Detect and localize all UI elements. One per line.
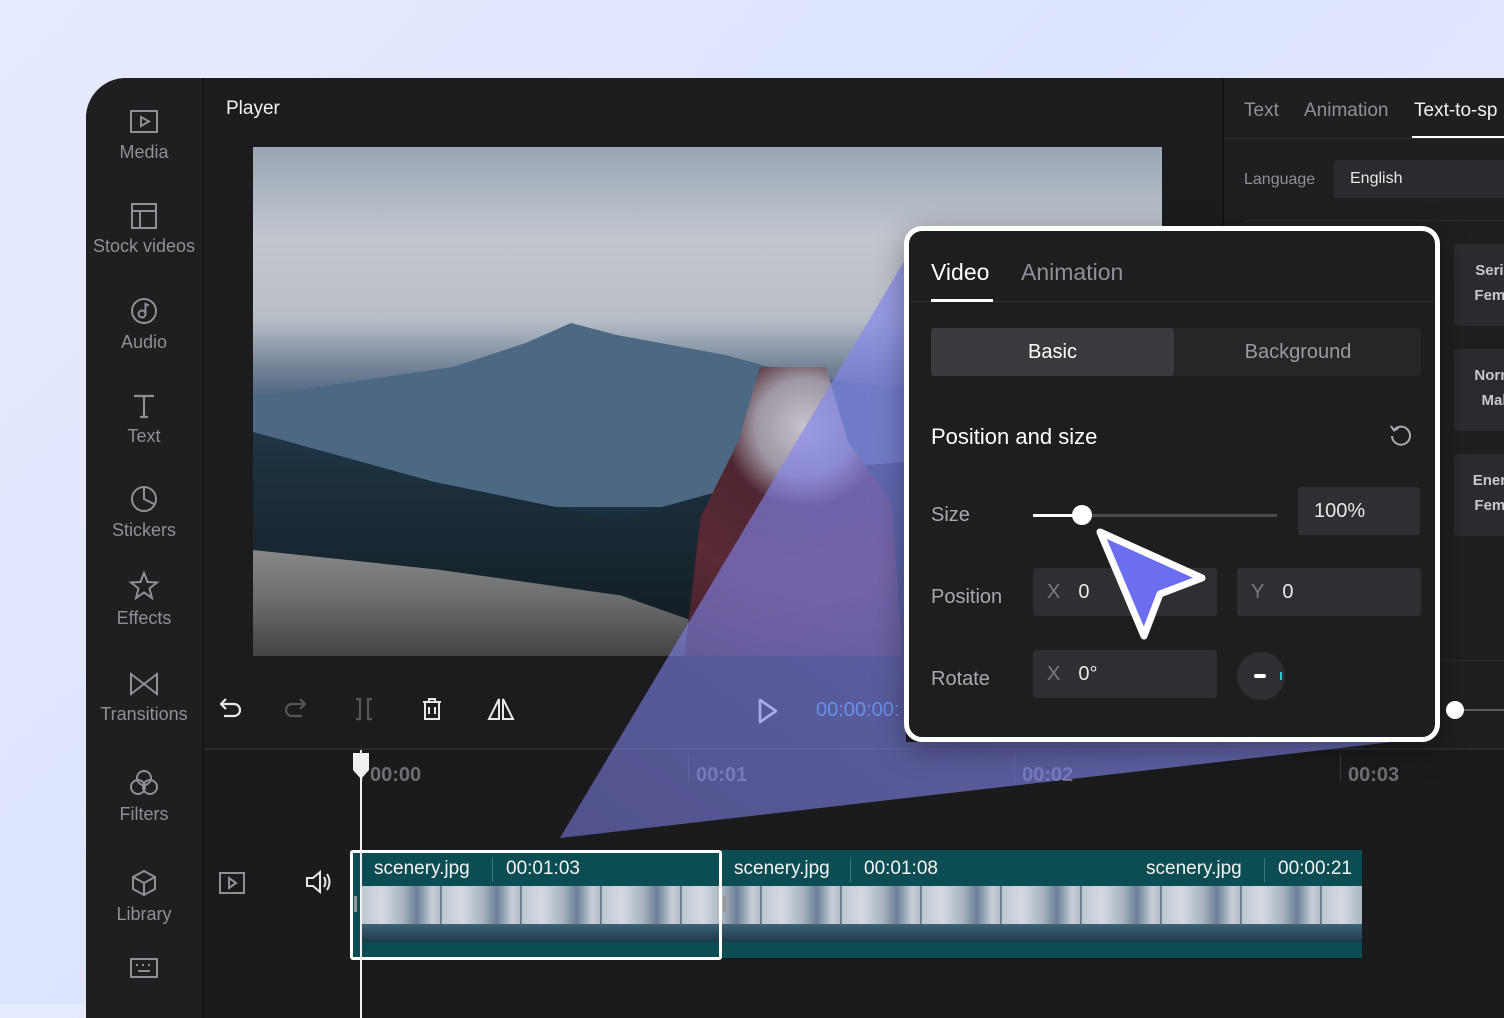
flip-icon[interactable] (486, 695, 516, 723)
music-note-icon (131, 298, 157, 324)
clip-duration: 00:00:21 (1278, 858, 1352, 879)
selected-clip-outline[interactable] (350, 850, 722, 960)
sidebar-item-transitions[interactable]: Transitions (86, 670, 202, 725)
video-properties-panel: Video Animation Basic Background Positio… (904, 226, 1440, 742)
sidebar-item-stickers[interactable]: Stickers (86, 484, 202, 541)
dial-tick (1280, 672, 1282, 680)
split-icon[interactable] (350, 695, 378, 723)
tick-label: 00:03 (1348, 764, 1400, 786)
timeline[interactable]: 00:00 00:01 00:02 00:03 scenery.jpg 00:0… (204, 748, 1504, 1018)
bowtie-icon (130, 671, 158, 697)
filter-circles-icon (130, 770, 158, 795)
sticker-icon (131, 486, 157, 512)
voice-card[interactable]: Norm Mal (1454, 349, 1504, 431)
tick-mark (1340, 754, 1341, 782)
position-label: Position (931, 586, 1003, 608)
clip-trim-handle-right[interactable] (723, 896, 726, 912)
sidebar-item-filters[interactable]: Filters (86, 768, 202, 825)
sidebar-item-label: Transitions (100, 704, 188, 724)
redo-icon[interactable] (282, 695, 310, 723)
clip-separator (1264, 858, 1265, 882)
delete-icon[interactable] (418, 695, 446, 723)
playhead-handle-icon[interactable] (352, 752, 370, 780)
section-title: Position and size (931, 424, 1098, 449)
sidebar-item-text[interactable]: Text (86, 390, 202, 447)
undo-icon[interactable] (216, 695, 244, 723)
tab-animation[interactable]: Animation (1304, 100, 1389, 122)
language-label: Language (1244, 171, 1316, 188)
size-label: Size (931, 504, 970, 526)
sidebar-item-media[interactable]: Media (86, 108, 202, 163)
voice-card[interactable]: Energ Fema (1454, 454, 1504, 536)
sidebar-item-stock-videos[interactable]: Stock videos (86, 202, 202, 257)
sidebar-item-label: Filters (119, 804, 169, 824)
speaker-icon[interactable] (304, 868, 334, 896)
rotate-field[interactable]: X 0° (1033, 650, 1217, 698)
playhead[interactable] (360, 750, 362, 1018)
sidebar-item-label: Audio (120, 332, 168, 352)
keyboard-icon (130, 958, 158, 978)
cube-icon (132, 869, 156, 897)
clip-duration: 00:01:08 (864, 858, 938, 879)
reset-icon[interactable] (1387, 421, 1415, 449)
volume-slider-track[interactable] (1464, 709, 1504, 711)
sidebar-item-label: Effects (116, 608, 172, 628)
tick-mark (1014, 754, 1015, 782)
tick-label: 00:00 (370, 764, 422, 786)
x-axis-label: X (1047, 581, 1061, 603)
segment-basic[interactable]: Basic (931, 328, 1174, 376)
clip-name: scenery.jpg (1146, 858, 1242, 879)
tab-animation[interactable]: Animation (1021, 259, 1123, 286)
tick-mark (688, 754, 689, 782)
text-t-icon (134, 394, 154, 419)
layout-icon (131, 203, 157, 229)
play-icon[interactable] (756, 697, 780, 725)
video-track-icon[interactable] (218, 870, 246, 896)
sidebar-item-label: Media (119, 142, 169, 162)
sidebar-item-effects[interactable]: Effects (86, 570, 202, 629)
rotate-dial[interactable] (1237, 652, 1285, 700)
size-slider-knob[interactable] (1071, 505, 1092, 525)
sidebar-item-label: Text (127, 426, 161, 446)
tab-text[interactable]: Text (1244, 100, 1279, 122)
sparkle-star-icon (128, 570, 160, 601)
rotate-label: Rotate (931, 668, 990, 690)
clip-trim-handle-left[interactable] (354, 896, 357, 912)
sidebar-item-library[interactable]: Library (86, 868, 202, 925)
current-timecode: 00:00:00: (816, 699, 900, 721)
segment-background[interactable]: Background (1175, 328, 1421, 376)
rotate-axis-label: X (1047, 663, 1061, 685)
tick-label: 00:02 (1022, 764, 1074, 786)
clip-name: scenery.jpg (734, 858, 830, 879)
tick-label: 00:01 (696, 764, 748, 786)
sidebar-item-keyboard[interactable] (86, 956, 202, 986)
sidebar-item-label: Stock videos (92, 236, 196, 256)
size-value-field[interactable]: 100% (1298, 487, 1420, 535)
player-title: Player (226, 98, 280, 119)
segmented-control: Basic Background (931, 328, 1421, 376)
sidebar: Media Stock videos Audio Text Stickers E… (86, 78, 204, 1018)
position-y-field[interactable]: Y0 (1237, 568, 1421, 616)
dial-indicator (1254, 674, 1266, 678)
tab-video[interactable]: Video (931, 259, 989, 286)
rotate-value: 0° (1078, 663, 1098, 685)
voice-card[interactable]: Serio Fema (1454, 244, 1504, 326)
cursor-arrow-icon (1096, 528, 1206, 640)
active-tab-underline (931, 299, 993, 302)
language-select[interactable]: English (1334, 160, 1504, 198)
position-x-value: 0 (1078, 581, 1090, 603)
sidebar-item-label: Library (116, 904, 172, 924)
tab-divider (1224, 138, 1504, 139)
divider (1244, 220, 1504, 221)
position-y-value: 0 (1282, 581, 1294, 603)
clip-separator (850, 858, 851, 882)
volume-slider-knob[interactable] (1446, 701, 1464, 719)
y-axis-label: Y (1251, 581, 1265, 603)
play-square-icon (130, 110, 158, 133)
sidebar-item-label: Stickers (111, 520, 176, 540)
sidebar-item-audio[interactable]: Audio (86, 296, 202, 353)
tab-text-to-speech[interactable]: Text-to-sp (1414, 100, 1497, 122)
